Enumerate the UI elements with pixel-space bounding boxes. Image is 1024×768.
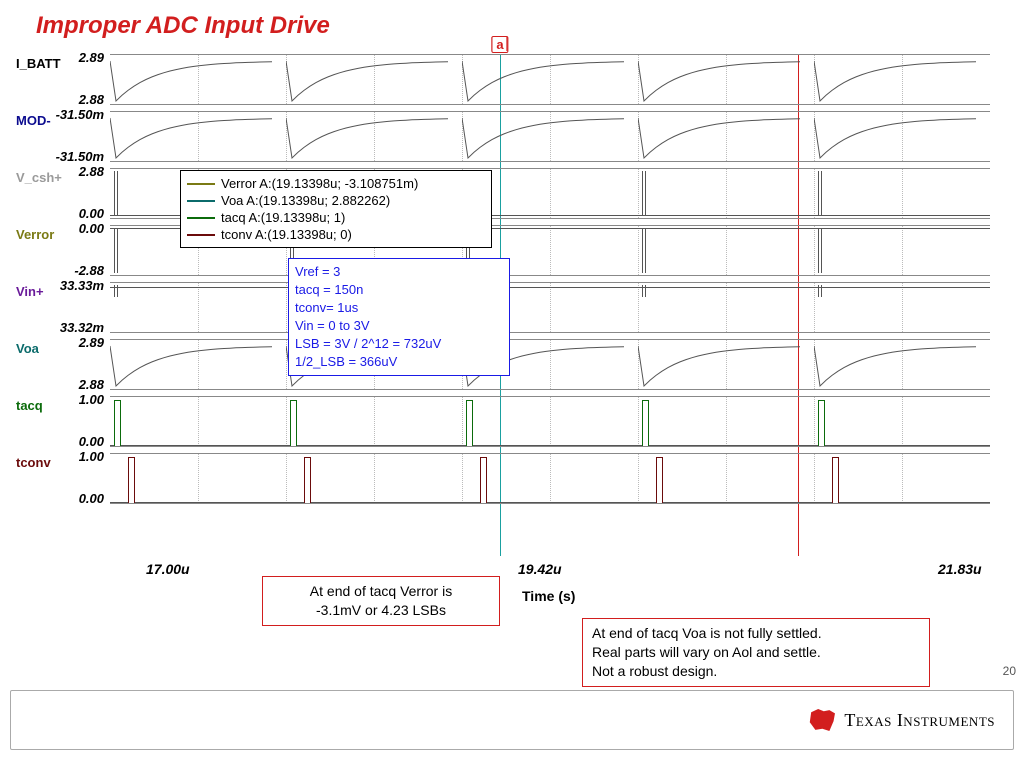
legend-text: Verror A:(19.13398u; -3.108751m) <box>221 175 418 192</box>
ti-logo-icon <box>808 709 836 731</box>
plot-area[interactable] <box>110 282 990 333</box>
y-max: 0.00 <box>34 221 104 236</box>
y-max: 2.89 <box>34 50 104 65</box>
footer: Texas Instruments <box>10 690 1014 750</box>
legend-row: Verror A:(19.13398u; -3.108751m) <box>187 175 485 192</box>
y-min: 0.00 <box>34 434 104 449</box>
annotation-line: Not a robust design. <box>592 663 717 679</box>
pane-tconv: tconv1.000.00 <box>22 449 992 506</box>
page-title: Improper ADC Input Drive <box>36 12 330 40</box>
plot-area[interactable] <box>110 453 990 504</box>
annotation-verror: At end of tacq Verror is -3.1mV or 4.23 … <box>262 576 500 626</box>
xtick: 19.42u <box>518 561 562 577</box>
plot-area[interactable] <box>110 111 990 162</box>
legend-swatch <box>187 217 215 219</box>
pane-i-batt: I_BATT2.892.88 <box>22 50 992 107</box>
param-line: tacq = 150n <box>295 281 503 299</box>
param-line: tconv= 1us <box>295 299 503 317</box>
annotation-line: At end of tacq Voa is not fully settled. <box>592 625 822 641</box>
y-min: 0.00 <box>34 491 104 506</box>
legend-row: tconv A:(19.13398u; 0) <box>187 226 485 243</box>
legend-row: tacq A:(19.13398u; 1) <box>187 209 485 226</box>
param-line: Vref = 3 <box>295 263 503 281</box>
y-min: -2.88 <box>34 263 104 278</box>
y-max: 1.00 <box>34 449 104 464</box>
y-max: -31.50m <box>34 107 104 122</box>
sim-params-box: Vref = 3tacq = 150ntconv= 1usVin = 0 to … <box>288 258 510 376</box>
annotation-line: -3.1mV or 4.23 LSBs <box>316 602 446 618</box>
legend-swatch <box>187 183 215 185</box>
xtick: 21.83u <box>938 561 982 577</box>
annotation-line: At end of tacq Verror is <box>310 583 452 599</box>
pane-v-csh-: V_csh+2.880.00 <box>22 164 992 221</box>
y-min: 33.32m <box>34 320 104 335</box>
y-min: 0.00 <box>34 206 104 221</box>
y-max: 2.89 <box>34 335 104 350</box>
legend-text: Voa A:(19.13398u; 2.882262) <box>221 192 390 209</box>
param-line: Vin = 0 to 3V <box>295 317 503 335</box>
annotation-voa: At end of tacq Voa is not fully settled.… <box>582 618 930 687</box>
annotation-line: Real parts will vary on Aol and settle. <box>592 644 821 660</box>
x-axis-ticks: 17.00u 19.42u 21.83u <box>110 561 990 581</box>
slide-number: 20 <box>1003 664 1016 678</box>
legend-swatch <box>187 234 215 236</box>
y-max: 2.88 <box>34 164 104 179</box>
y-min: -31.50m <box>34 149 104 164</box>
ti-logo-text: Texas Instruments <box>844 710 995 731</box>
y-max: 33.33m <box>34 278 104 293</box>
legend-swatch <box>187 200 215 202</box>
legend-text: tacq A:(19.13398u; 1) <box>221 209 345 226</box>
legend-row: Voa A:(19.13398u; 2.882262) <box>187 192 485 209</box>
y-max: 1.00 <box>34 392 104 407</box>
cursor-legend: Verror A:(19.13398u; -3.108751m)Voa A:(1… <box>180 170 492 248</box>
param-line: LSB = 3V / 2^12 = 732uV <box>295 335 503 353</box>
y-min: 2.88 <box>34 377 104 392</box>
x-axis-label: Time (s) <box>522 588 575 604</box>
plot-area[interactable] <box>110 54 990 105</box>
pane-tacq: tacq1.000.00 <box>22 392 992 449</box>
ti-brand: Texas Instruments <box>808 709 995 731</box>
y-min: 2.88 <box>34 92 104 107</box>
xtick: 17.00u <box>146 561 190 577</box>
plot-area[interactable] <box>110 339 990 390</box>
legend-text: tconv A:(19.13398u; 0) <box>221 226 352 243</box>
pane-mod-: MOD--31.50m-31.50m <box>22 107 992 164</box>
param-line: 1/2_LSB = 366uV <box>295 353 503 371</box>
plot-area[interactable] <box>110 396 990 447</box>
